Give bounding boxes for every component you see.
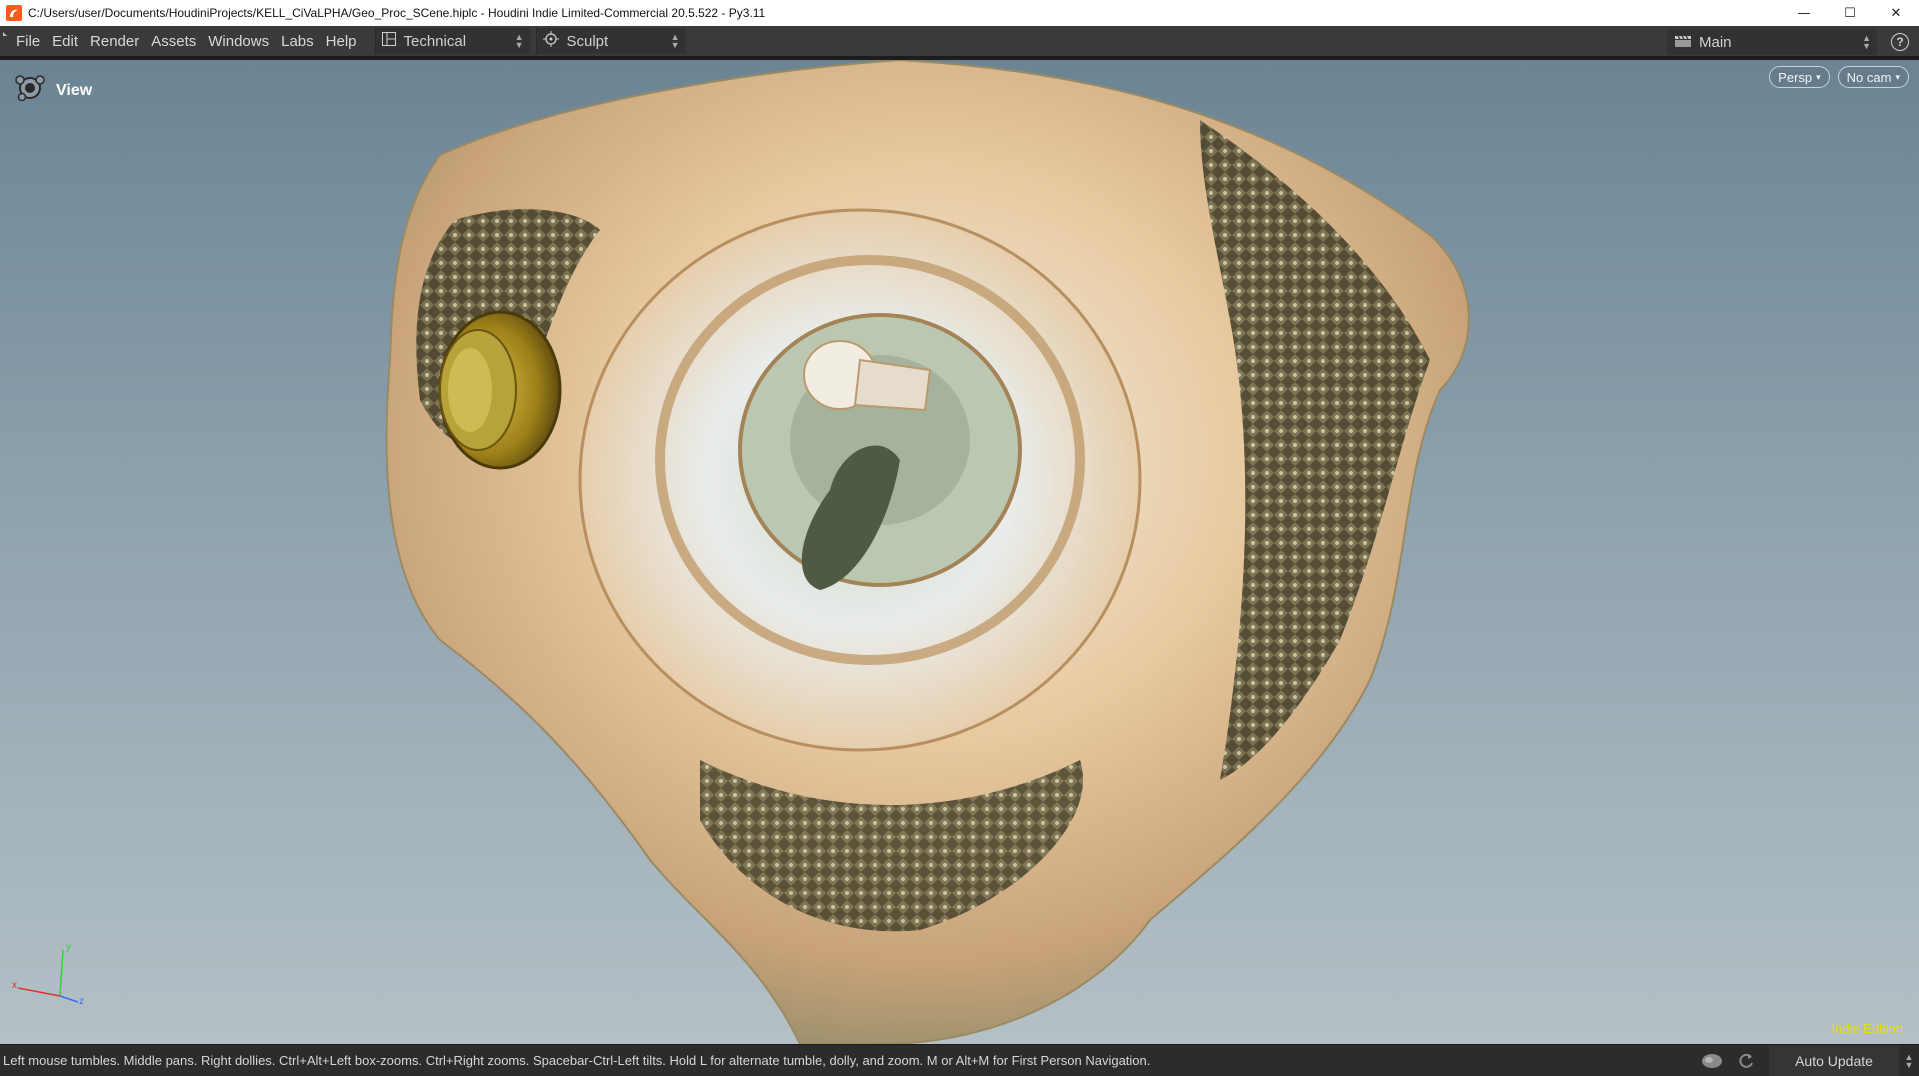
chevron-down-icon: ▾: [1895, 71, 1900, 82]
desktop-layout-icon: [381, 32, 396, 50]
chevron-down-icon: ▾: [1816, 71, 1821, 82]
sculpt-crosshair-icon: [542, 31, 559, 51]
desktop-selector[interactable]: Technical ▲ ▼: [374, 28, 530, 54]
main-context-label: Main: [1699, 33, 1732, 51]
desktop-selector-label: Technical: [403, 32, 467, 50]
camera-label: No cam: [1846, 69, 1892, 85]
window-title: C:/Users/user/Documents/HoudiniProjects/…: [28, 6, 766, 20]
main-context-arrows-icon: ▲ ▼: [1862, 33, 1871, 51]
menu-assets[interactable]: Assets: [145, 33, 202, 50]
menubar-grip-icon[interactable]: [0, 25, 10, 57]
menu-labs[interactable]: Labs: [275, 33, 320, 50]
refresh-icon[interactable]: [1735, 1050, 1757, 1072]
x-axis-label: x: [12, 980, 17, 991]
indie-edition-watermark: Indie Edition: [1831, 1021, 1903, 1036]
sculpted-model-render: [385, 60, 1470, 1044]
viewport-view-label[interactable]: View: [14, 74, 92, 107]
camera-controls: Persp ▾ No cam ▾: [1769, 66, 1909, 88]
shelf-selector-label: Sculpt: [566, 32, 609, 50]
scene-viewport[interactable]: View Persp ▾ No cam ▾ y x z Indie Editio…: [0, 60, 1919, 1044]
viewport-view-text: View: [56, 81, 93, 99]
y-axis-label: y: [66, 942, 71, 953]
menu-file[interactable]: File: [10, 33, 46, 50]
auto-update-arrows-icon[interactable]: ▲ ▼: [1899, 1053, 1919, 1070]
cooking-status-icon[interactable]: [1701, 1050, 1723, 1072]
persp-camera-dropdown[interactable]: Persp ▾: [1769, 66, 1830, 88]
shelf-selector-arrows-icon: ▲ ▼: [670, 32, 680, 50]
maximize-button[interactable]: ☐: [1827, 0, 1873, 26]
auto-update-button[interactable]: Auto Update: [1769, 1045, 1899, 1076]
window-controls: — ☐ ✕: [1781, 0, 1919, 26]
window-titlebar: C:/Users/user/Documents/HoudiniProjects/…: [0, 0, 1919, 26]
menu-windows[interactable]: Windows: [202, 33, 275, 50]
clapperboard-icon: [1675, 34, 1691, 51]
persp-label: Persp: [1778, 69, 1813, 85]
camera-select-dropdown[interactable]: No cam ▾: [1837, 66, 1909, 88]
main-context-selector[interactable]: Main ▲ ▼: [1667, 29, 1877, 55]
z-axis-label: z: [79, 996, 84, 1007]
menu-edit[interactable]: Edit: [46, 33, 84, 50]
y-axis-line: [59, 949, 64, 997]
status-bar: Left mouse tumbles. Middle pans. Right d…: [0, 1044, 1919, 1076]
status-message: Left mouse tumbles. Middle pans. Right d…: [3, 1053, 1151, 1068]
minimize-button[interactable]: —: [1781, 0, 1827, 26]
desktop-selector-arrows-icon: ▲ ▼: [514, 32, 524, 50]
x-axis-line: [17, 987, 61, 997]
menu-render[interactable]: Render: [84, 33, 145, 50]
help-button[interactable]: ?: [1891, 33, 1909, 51]
viewport-camera-icon: [14, 74, 46, 107]
shelf-selector[interactable]: Sculpt ▲ ▼: [535, 28, 686, 54]
status-right-controls: Auto Update ▲ ▼: [1701, 1045, 1919, 1076]
close-button[interactable]: ✕: [1873, 0, 1919, 26]
z-axis-line: [59, 995, 79, 1003]
menu-help[interactable]: Help: [320, 33, 363, 50]
axis-gizmo: y x z: [12, 942, 84, 1007]
main-menubar: File Edit Render Assets Windows Labs Hel…: [0, 26, 1919, 58]
houdini-app-icon: [6, 5, 22, 21]
